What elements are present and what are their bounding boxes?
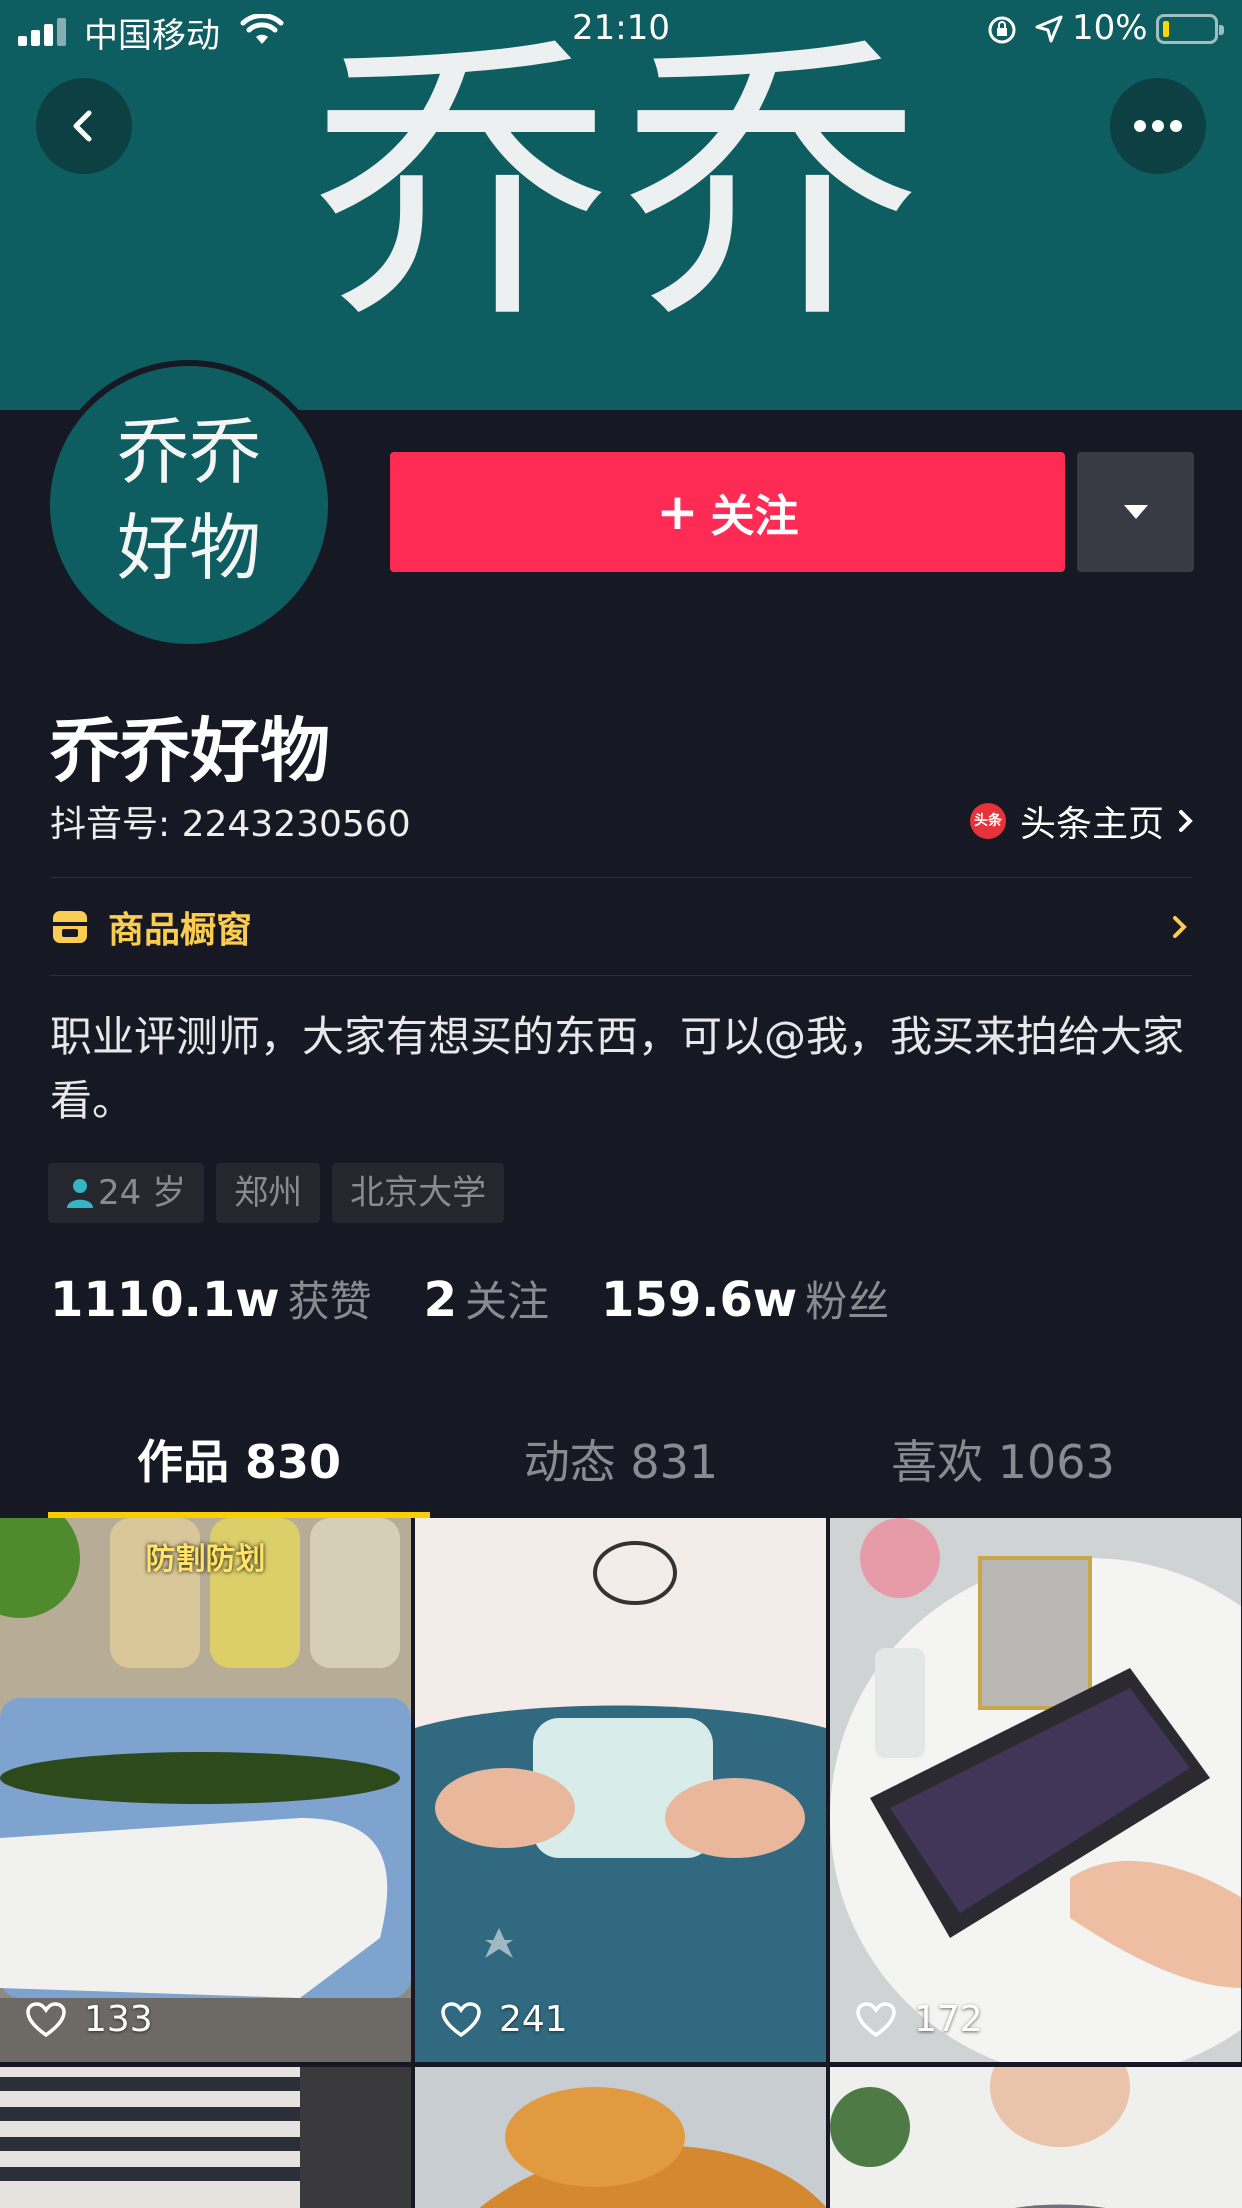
store-icon: [53, 911, 87, 943]
person-icon: [67, 1179, 93, 1208]
profile-bio: 职业评测师，大家有想买的东西，可以@我，我买来拍给大家看。: [50, 1012, 1185, 1125]
video-cover-caption: 防割防划: [145, 1542, 266, 1577]
tab-likes[interactable]: 喜欢 1063: [812, 1422, 1194, 1518]
profile-stats: 1110.1w 获赞 2 关注 159.6w 粉丝: [50, 1268, 941, 1329]
product-showcase-label: 商品橱窗: [108, 910, 253, 951]
heart-outline-icon: [26, 2001, 66, 2037]
school-tag-label: 北京大学: [350, 1173, 487, 1213]
chevron-right-icon: [1173, 916, 1187, 938]
video-cover-image: [0, 1518, 411, 2062]
video-like-count: 241: [441, 1999, 568, 2040]
video-like-count: 133: [26, 1999, 153, 2040]
back-button[interactable]: [36, 78, 132, 174]
chevron-left-icon: [73, 110, 92, 142]
avatar-text-line1: 乔乔: [116, 410, 261, 494]
more-dots-icon: [1134, 120, 1182, 132]
profile-banner: 乔乔: [0, 0, 1242, 410]
location-tag-label: 郑州: [234, 1173, 303, 1213]
likes-label: 获赞: [287, 1277, 372, 1326]
more-options-button[interactable]: [1110, 78, 1206, 174]
status-bar: 中国移动 21:10 10%: [0, 0, 1242, 58]
toutiao-logo-icon: 头条: [970, 803, 1006, 839]
profile-tabs: 作品 830 动态 831 喜欢 1063: [48, 1422, 1194, 1518]
tab-updates[interactable]: 动态 831: [430, 1422, 812, 1518]
video-cover-image: [830, 1518, 1241, 2062]
video-thumbnail[interactable]: 防割防划 133: [0, 1518, 411, 2062]
profile-name: 乔乔好物: [50, 710, 330, 792]
tab-works[interactable]: 作品 830: [48, 1422, 430, 1518]
like-count-label: 133: [84, 1999, 153, 2040]
profile-tags: 24 岁 郑州 北京大学: [48, 1163, 516, 1223]
avatar-text-line2: 好物: [116, 506, 261, 590]
location-arrow-icon: [1035, 15, 1063, 43]
heart-outline-icon: [441, 2001, 481, 2037]
video-thumbnail[interactable]: 241: [415, 1518, 826, 2062]
video-thumbnail[interactable]: [0, 2067, 411, 2208]
video-cover-image: [0, 2067, 411, 2208]
follow-label: 关注: [710, 491, 799, 542]
following-label[interactable]: 关注: [465, 1268, 549, 1329]
douyin-id: 抖音号: 2243230560: [50, 804, 411, 845]
toutiao-homepage-link[interactable]: 头条 头条主页: [970, 795, 1198, 847]
video-like-count: 172: [856, 1999, 983, 2040]
video-thumbnail[interactable]: 172: [830, 1518, 1241, 2062]
video-cover-image: [830, 2067, 1242, 2208]
follow-button[interactable]: + 关注: [390, 452, 1065, 572]
video-cover-image: [415, 1518, 826, 2062]
product-showcase-row[interactable]: 商品橱窗: [50, 903, 1192, 951]
divider: [50, 975, 1192, 976]
battery-percentage: 10%: [1072, 8, 1148, 48]
heart-outline-icon: [856, 2001, 896, 2037]
toutiao-label: 头条主页: [1020, 804, 1165, 845]
likes-count: 1110.1w: [50, 1272, 280, 1328]
fans-count[interactable]: 159.6w: [601, 1272, 797, 1328]
triangle-down-icon: [1123, 505, 1148, 519]
fans-label[interactable]: 粉丝: [805, 1268, 889, 1329]
following-count[interactable]: 2: [424, 1272, 457, 1328]
video-thumbnail[interactable]: [415, 2067, 826, 2208]
avatar[interactable]: 乔乔 好物: [44, 360, 334, 650]
video-thumbnail[interactable]: [830, 2067, 1242, 2208]
rotation-lock-icon: [988, 16, 1016, 44]
video-cover-image: [415, 2067, 826, 2208]
divider: [50, 877, 1192, 878]
age-tag-label: 24 岁: [98, 1173, 187, 1213]
plus-icon: +: [656, 483, 699, 541]
recommend-dropdown-button[interactable]: [1077, 452, 1194, 572]
chevron-right-icon: [1179, 810, 1193, 832]
like-count-label: 241: [499, 1999, 568, 2040]
school-tag: 北京大学: [332, 1163, 505, 1223]
location-tag: 郑州: [216, 1163, 321, 1223]
like-count-label: 172: [914, 1999, 983, 2040]
battery-icon: [1156, 14, 1224, 44]
age-tag: 24 岁: [48, 1163, 205, 1223]
